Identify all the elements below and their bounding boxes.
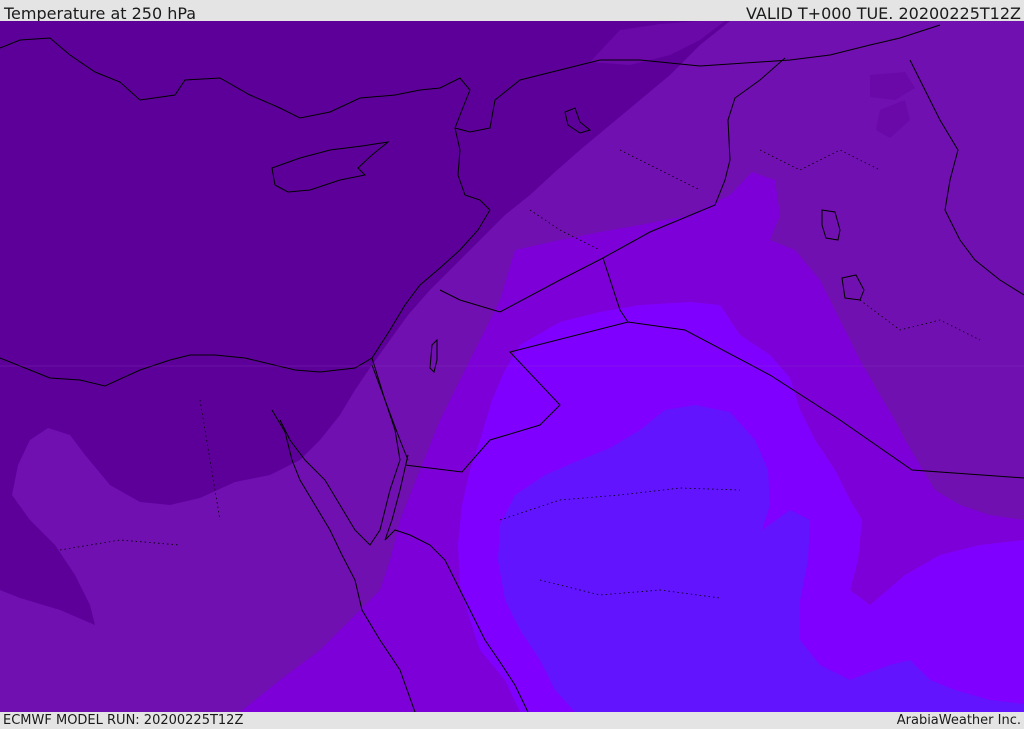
- header-bar: Temperature at 250 hPa VALID T+000 TUE. …: [0, 0, 1024, 23]
- temperature-map-svg: [0, 21, 1024, 712]
- model-run-label: ECMWF MODEL RUN: 20200225T12Z: [3, 713, 244, 728]
- credit-label: ArabiaWeather Inc.: [896, 713, 1021, 728]
- weather-map[interactable]: [0, 21, 1024, 712]
- footer-bar: ECMWF MODEL RUN: 20200225T12Z ArabiaWeat…: [0, 712, 1024, 729]
